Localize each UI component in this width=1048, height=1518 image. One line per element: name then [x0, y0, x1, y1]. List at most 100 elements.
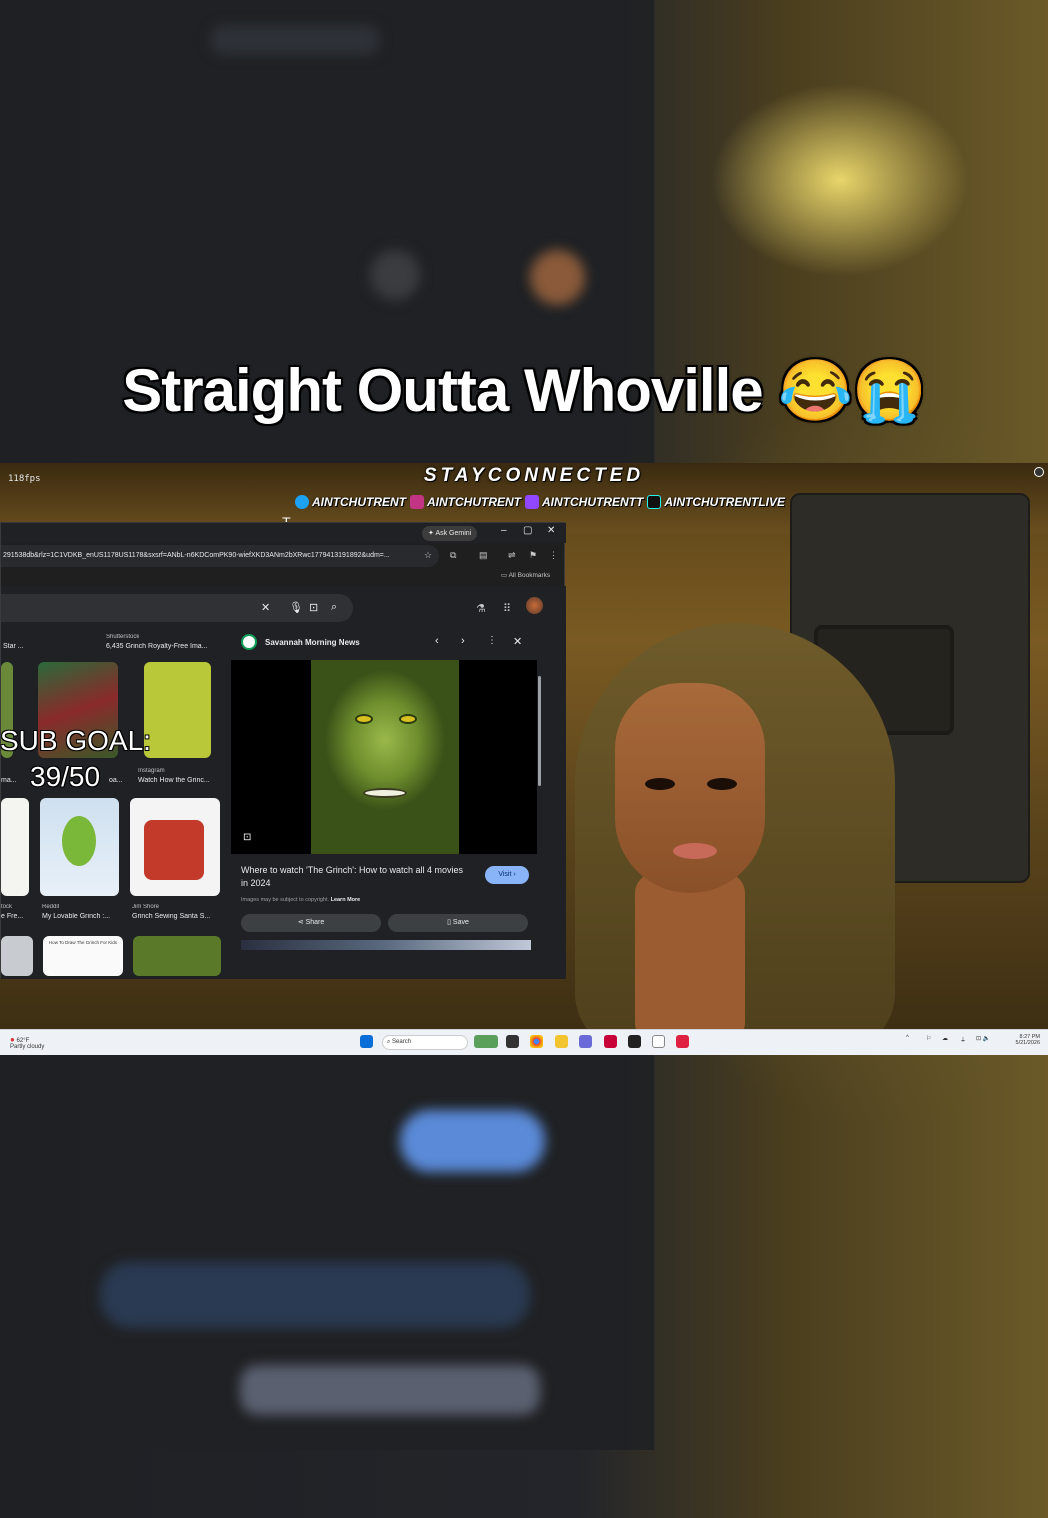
character [575, 623, 895, 1053]
filter-icon[interactable]: ⇌ [508, 550, 516, 561]
app-icon[interactable] [652, 1035, 665, 1048]
result-title[interactable]: 6,435 Grinch Royalty-Free Ima... [106, 643, 221, 650]
result-thumb[interactable] [1, 798, 29, 896]
visit-button[interactable]: Visit › [485, 866, 529, 884]
minimize-icon[interactable]: – [501, 525, 507, 536]
twitch-icon [525, 495, 539, 509]
social-twitter: AINTCHUTRENT [295, 495, 406, 509]
weather-alert-icon: ● [10, 1035, 15, 1044]
blurred-save-button [100, 1262, 530, 1328]
menu-icon[interactable]: ⋮ [549, 550, 558, 561]
result-thumb[interactable] [144, 662, 211, 758]
obs-icon[interactable] [628, 1035, 641, 1048]
result-thumb[interactable] [133, 936, 221, 976]
mic-icon[interactable]: 🎙 [289, 601, 303, 614]
instagram-icon [410, 495, 424, 509]
result-title[interactable]: ma... [1, 777, 17, 784]
result-title[interactable]: oa... [109, 777, 123, 784]
search-icon[interactable]: ⌕ [331, 601, 337, 614]
result-thumb[interactable]: How To Draw The Grinch For Kids [43, 936, 123, 976]
stream-frame: 118fps STAYCONNECTED AINTCHUTRENT AINTCH… [0, 463, 1048, 1055]
result-thumb[interactable] [130, 798, 220, 896]
blurred-avatar [530, 250, 585, 305]
bookmarks-bar[interactable]: ▭ All Bookmarks [501, 571, 550, 579]
taskbar: ● 62°F Partly cloudy ⌕ Search ^ ⚐ ☁ ⏚ ⊡ … [0, 1029, 1048, 1055]
close-icon[interactable]: ✕ [547, 525, 555, 536]
scrollbar[interactable] [538, 676, 541, 786]
source-logo-icon [241, 634, 257, 650]
learn-more-link[interactable]: Learn More [331, 897, 361, 903]
result-thumb[interactable] [40, 798, 119, 896]
app-icon[interactable] [604, 1035, 617, 1048]
star-icon[interactable]: ☆ [424, 550, 432, 561]
result-thumb[interactable] [1, 936, 33, 976]
social-tiktok: AINTCHUTRENTLIVE [647, 495, 785, 509]
browser-titlebar: ✦ Ask Gemini – ▢ ✕ [1, 523, 566, 543]
tray-chevron-icon[interactable]: ^ [906, 1035, 909, 1050]
blurred-visit-button [400, 1110, 545, 1172]
result-title[interactable]: e Fre... [1, 913, 23, 920]
video-caption: Straight Outta Whoville 😂😭 [122, 357, 926, 424]
profile-extension-icon[interactable]: ⚑ [529, 550, 537, 561]
labs-icon[interactable]: ⚗ [476, 602, 486, 615]
lens-small-icon[interactable]: ⊡ [243, 832, 251, 843]
grinch-image [311, 660, 459, 854]
result-source: Jim Shore [132, 904, 160, 910]
result-source: tock [1, 904, 13, 910]
social-twitch: AINTCHUTRENTT [525, 495, 643, 509]
overlay-close-icon[interactable] [1034, 467, 1044, 477]
panel-source[interactable]: Savannah Morning News [265, 638, 360, 647]
result-source: Shutterstock [106, 634, 140, 640]
result-title[interactable]: My Lovable Grinch :... [42, 913, 120, 920]
social-instagram: AINTCHUTRENT [410, 495, 521, 509]
avatar[interactable] [526, 597, 543, 614]
save-button[interactable]: ▯ Save [388, 914, 528, 932]
blurred-icon [370, 250, 420, 300]
sub-goal-value: 39/50 [30, 761, 101, 792]
result-source: Reddit [42, 904, 60, 910]
maximize-icon[interactable]: ▢ [523, 525, 532, 536]
file-explorer-icon[interactable] [555, 1035, 568, 1048]
panel-title[interactable]: Where to watch 'The Grinch': How to watc… [241, 864, 471, 890]
social-handles: AINTCHUTRENT AINTCHUTRENT AINTCHUTRENTT … [295, 495, 785, 509]
search-input[interactable]: ✕ 🎙 ⊡ ⌕ [1, 594, 353, 622]
result-title[interactable]: Grinch Sewing Santa S... [132, 913, 220, 920]
preview-image[interactable]: ⊡ [231, 660, 537, 854]
sidebar-icon[interactable]: ▤ [479, 550, 488, 561]
more-icon[interactable]: ⋮ [487, 635, 497, 646]
share-button[interactable]: ⋖ Share [241, 914, 381, 932]
task-view-icon[interactable] [506, 1035, 519, 1048]
tray-icon[interactable]: ⏚ [960, 1035, 966, 1050]
tray-icon[interactable]: ⚐ [926, 1035, 931, 1050]
panel-header: Savannah Morning News ‹ › ⋮ ✕ [239, 632, 539, 654]
ask-gemini-button[interactable]: ✦ Ask Gemini [422, 526, 478, 541]
taskbar-search[interactable]: ⌕ Search [382, 1035, 468, 1050]
network-volume-icon[interactable]: ⊡ 🔈 [976, 1035, 990, 1050]
clock[interactable]: 8:27 PM 5/21/2026 [1008, 1034, 1040, 1049]
result-title[interactable]: Star ... [3, 643, 24, 650]
blurred-thumbs [240, 1365, 540, 1415]
tray-icon[interactable]: ☁ [942, 1035, 948, 1050]
twitter-icon [295, 495, 309, 509]
weather-widget[interactable]: ● 62°F Partly cloudy [10, 1035, 70, 1050]
stay-connected-header: STAYCONNECTED [423, 465, 645, 486]
tiktok-icon [647, 495, 662, 509]
image-preview-panel: Savannah Morning News ‹ › ⋮ ✕ ⊡ Where to… [231, 626, 541, 966]
prev-icon[interactable]: ‹ [435, 635, 439, 647]
app-icon[interactable] [676, 1035, 689, 1048]
result-title[interactable]: Watch How the Grinc... [138, 777, 218, 784]
chrome-icon[interactable] [530, 1035, 543, 1048]
apps-grid-icon[interactable]: ⠿ [503, 602, 511, 615]
related-thumbs[interactable] [241, 940, 531, 950]
copyright-note: Images may be subject to copyright. Lear… [241, 897, 361, 903]
sub-goal-label: SUB GOAL: [0, 725, 151, 756]
discord-icon[interactable] [579, 1035, 592, 1048]
result-source: Instagram [138, 768, 165, 774]
start-icon[interactable] [360, 1035, 373, 1048]
extensions-icon[interactable]: ⧉ [450, 550, 456, 561]
next-icon[interactable]: › [461, 635, 465, 647]
panel-close-icon[interactable]: ✕ [513, 635, 522, 648]
lens-icon[interactable]: ⊡ [309, 601, 318, 614]
address-bar[interactable]: 291538db&rlz=1C1VDKB_enUS1178US1178&sxsr… [1, 545, 439, 567]
clear-icon[interactable]: ✕ [261, 601, 270, 614]
